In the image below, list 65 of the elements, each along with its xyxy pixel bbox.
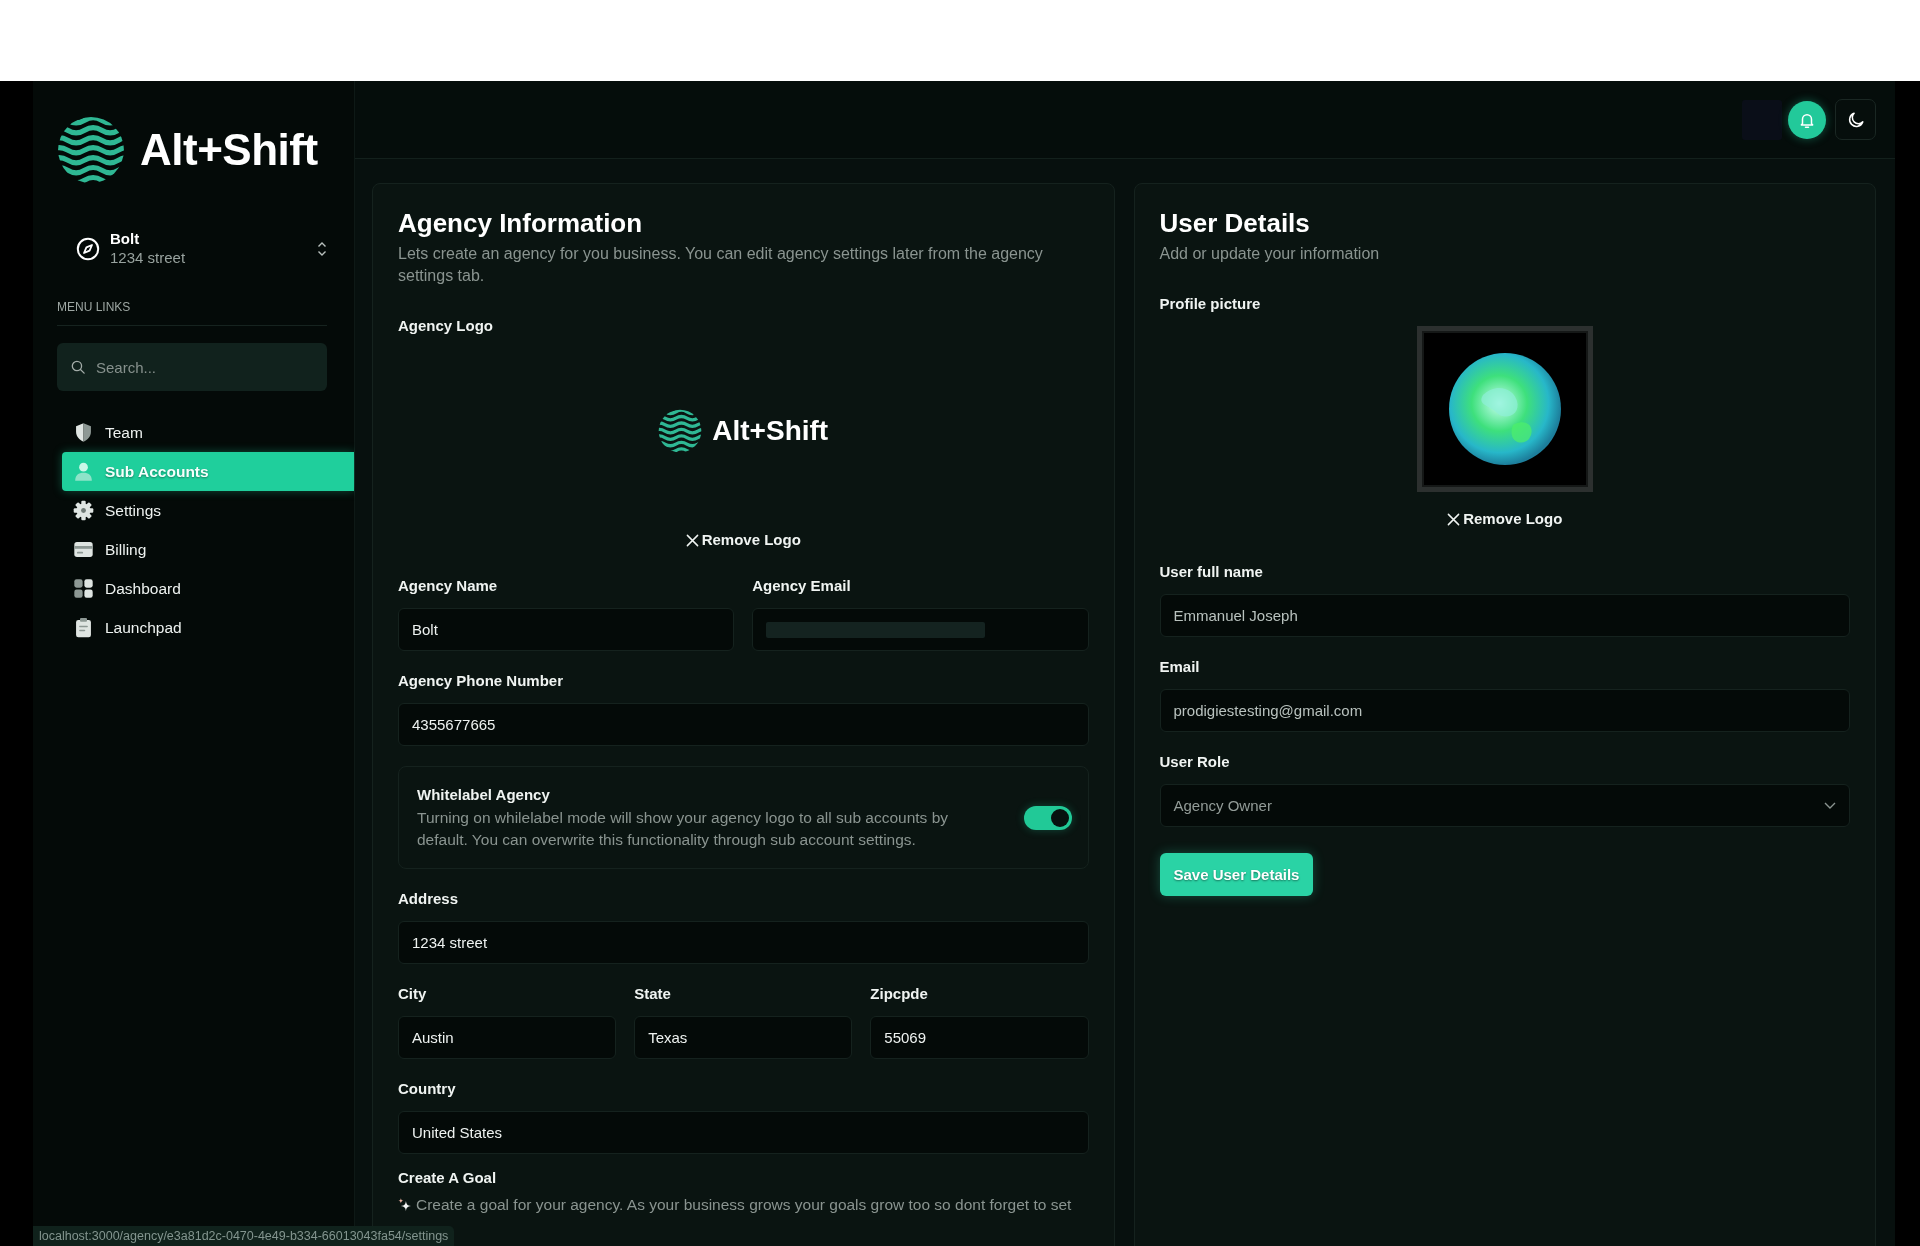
shield-icon: [73, 422, 94, 443]
link-preview-bar: localhost:3000/agency/e3a81d2c-0470-4e49-b334-66013043fa54/settings: [33, 1226, 455, 1246]
input-field[interactable]: United States: [398, 1111, 1089, 1154]
brand-name: Alt+Shift: [712, 414, 829, 448]
goal-description: Create a goal for your agency. As your business grows your goals grow too so dont forget to set: [416, 1195, 1072, 1215]
card-icon: [73, 539, 94, 560]
field-label: User Role: [1159, 752, 1230, 772]
card-description: Lets create an agency for you business. You can edit agency settings later from the agency settings tab.: [398, 244, 1044, 286]
remove-logo-button[interactable]: Remove Logo: [1447, 509, 1563, 529]
card-title: Whitelabel Agency: [417, 785, 550, 805]
wave-globe-icon: [658, 409, 703, 453]
field-label: Agency Logo: [398, 316, 493, 336]
remove-logo-button[interactable]: Remove Logo: [685, 530, 801, 550]
section-heading: MENU LINKS: [57, 300, 131, 314]
field-label: Agency Email: [752, 576, 851, 596]
input-field[interactable]: 55069: [870, 1016, 1089, 1059]
card-description: Add or update your information: [1159, 244, 1381, 264]
chevron-down-icon: [1824, 802, 1836, 809]
clipboard-icon: [73, 617, 94, 638]
field-label: Email: [1159, 657, 1200, 677]
field-label: State: [634, 984, 671, 1004]
menu-item[interactable]: Launchpad: [62, 608, 354, 647]
field-label: Agency Name: [398, 576, 498, 596]
card-title: Agency Information: [398, 208, 643, 238]
field-label: City: [398, 984, 427, 1004]
menu-item[interactable]: Team: [62, 413, 354, 452]
theme-toggle-button[interactable]: [1835, 99, 1876, 140]
select-field[interactable]: Agency Owner: [1159, 784, 1850, 827]
input-field[interactable]: 1234 street: [398, 921, 1089, 964]
x-icon: [1447, 512, 1461, 526]
input-field[interactable]: Bolt: [398, 608, 735, 651]
field-label: Zipcpde: [870, 984, 928, 1004]
input-field[interactable]: prodigiestesting@gmail.com: [1159, 689, 1850, 732]
search-icon: [71, 360, 85, 374]
moon-icon: [1846, 110, 1865, 129]
wave-globe-icon: [57, 116, 125, 184]
account-address: 1234 street: [110, 248, 186, 267]
input-field[interactable]: 4355677665: [398, 703, 1089, 746]
card-description: Turning on whilelabel mode will show your agency logo to all sub accounts by default. You can overwrite this functionality through sub account settings.: [417, 808, 950, 850]
gear-icon: [73, 500, 94, 521]
field-label: Country: [398, 1079, 456, 1099]
chevron-up-down-icon[interactable]: [317, 240, 327, 257]
account-name: Bolt: [110, 230, 140, 248]
brand-name: Alt+Shift: [140, 125, 318, 175]
search-field[interactable]: Search...: [57, 343, 327, 391]
person-icon: [73, 461, 94, 482]
field-label: Address: [398, 889, 459, 909]
sparkle-icon: [398, 1198, 411, 1212]
field-label: Agency Phone Number: [398, 671, 564, 691]
field-label: Profile picture: [1159, 294, 1261, 314]
input-field[interactable]: Texas: [634, 1016, 853, 1059]
field-label: User full name: [1159, 562, 1263, 582]
notifications-button[interactable]: [1788, 100, 1826, 139]
input-field[interactable]: [752, 608, 1089, 651]
input-field[interactable]: Emmanuel Joseph: [1159, 594, 1850, 637]
card-title: User Details: [1159, 208, 1310, 238]
menu-item[interactable]: Billing: [62, 530, 354, 569]
compass-icon: [76, 236, 100, 261]
toggle-switch[interactable]: [1023, 806, 1072, 830]
grid-icon: [73, 578, 94, 599]
menu-item[interactable]: Settings: [62, 491, 354, 530]
input-field[interactable]: Austin: [398, 1016, 617, 1059]
menu-item[interactable]: Dashboard: [62, 569, 354, 608]
section-label: Create A Goal: [398, 1168, 497, 1188]
x-icon: [685, 533, 699, 547]
